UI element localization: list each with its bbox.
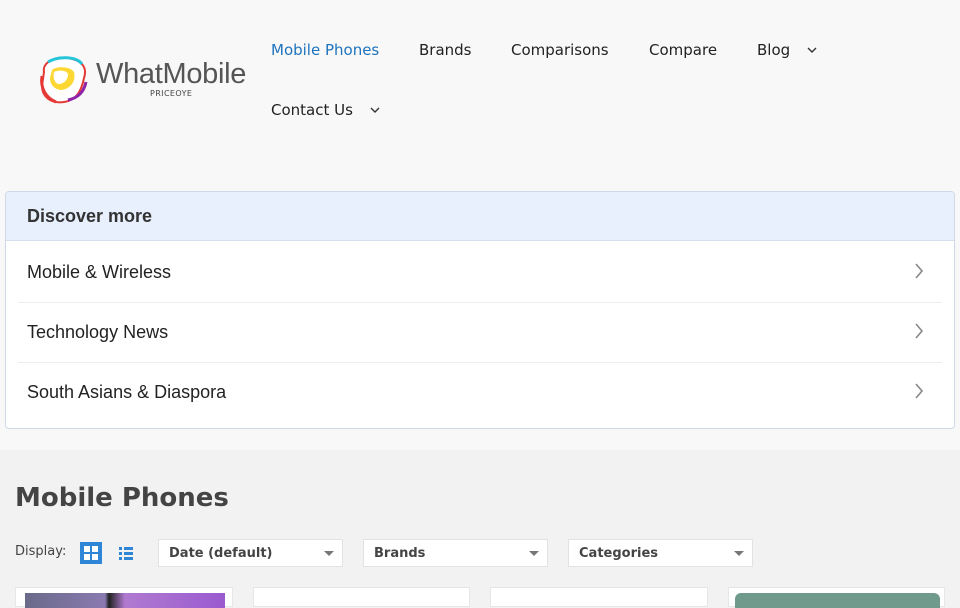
whatmobile-logo-icon bbox=[40, 56, 88, 104]
chevron-right-icon bbox=[915, 323, 924, 339]
nav-contact-us-label: Contact Us bbox=[271, 101, 353, 119]
product-card[interactable] bbox=[490, 587, 708, 607]
product-image bbox=[735, 593, 940, 608]
nav-comparisons[interactable]: Comparisons bbox=[511, 41, 609, 59]
discover-more-header: Discover more bbox=[6, 192, 954, 241]
display-label: Display: bbox=[15, 544, 67, 559]
logo-subtext: PRICEOYE bbox=[150, 89, 193, 98]
site-logo[interactable]: WhatMobile PRICEOYE bbox=[38, 52, 253, 108]
nav-brands[interactable]: Brands bbox=[419, 41, 472, 59]
product-card[interactable] bbox=[253, 587, 470, 607]
list-icon bbox=[119, 546, 133, 560]
chevron-right-icon bbox=[915, 383, 924, 399]
discover-item-technology-news[interactable]: Technology News bbox=[6, 302, 954, 362]
categories-select-value: Categories bbox=[579, 545, 659, 561]
discover-item-mobile-wireless[interactable]: Mobile & Wireless bbox=[6, 242, 954, 302]
caret-down-icon bbox=[324, 551, 334, 556]
caret-down-icon bbox=[529, 551, 539, 556]
product-image bbox=[25, 593, 225, 608]
discover-more-title: Discover more bbox=[27, 205, 153, 226]
caret-down-icon bbox=[734, 551, 744, 556]
nav-contact-us[interactable]: Contact Us bbox=[271, 101, 380, 119]
brands-select-value: Brands bbox=[374, 545, 426, 561]
sort-select-value: Date (default) bbox=[169, 545, 273, 561]
discover-item-south-asians-diaspora[interactable]: South Asians & Diaspora bbox=[6, 362, 954, 422]
chevron-down-icon bbox=[370, 107, 380, 113]
grid-view-button[interactable] bbox=[80, 542, 102, 564]
sort-select[interactable]: Date (default) bbox=[158, 539, 343, 567]
product-card[interactable] bbox=[15, 587, 233, 608]
categories-select[interactable]: Categories bbox=[568, 539, 753, 567]
discover-more-panel: Discover more Mobile & Wireless Technolo… bbox=[5, 191, 955, 429]
site-header: WhatMobile PRICEOYE Mobile Phones Brands… bbox=[0, 0, 960, 450]
grid-icon bbox=[84, 546, 98, 560]
brands-select[interactable]: Brands bbox=[363, 539, 548, 567]
product-card[interactable] bbox=[728, 587, 945, 608]
nav-blog-label: Blog bbox=[757, 41, 791, 59]
nav-blog[interactable]: Blog bbox=[757, 41, 817, 59]
chevron-right-icon bbox=[915, 263, 924, 279]
nav-compare[interactable]: Compare bbox=[649, 41, 717, 59]
chevron-down-icon bbox=[807, 47, 817, 53]
page-title: Mobile Phones bbox=[15, 483, 229, 513]
logo-wordmark: WhatMobile bbox=[96, 58, 247, 90]
list-view-button[interactable] bbox=[115, 542, 137, 564]
discover-item-label: South Asians & Diaspora bbox=[27, 381, 227, 402]
nav-mobile-phones[interactable]: Mobile Phones bbox=[271, 41, 379, 59]
discover-item-label: Technology News bbox=[27, 321, 169, 342]
discover-item-label: Mobile & Wireless bbox=[27, 261, 172, 282]
